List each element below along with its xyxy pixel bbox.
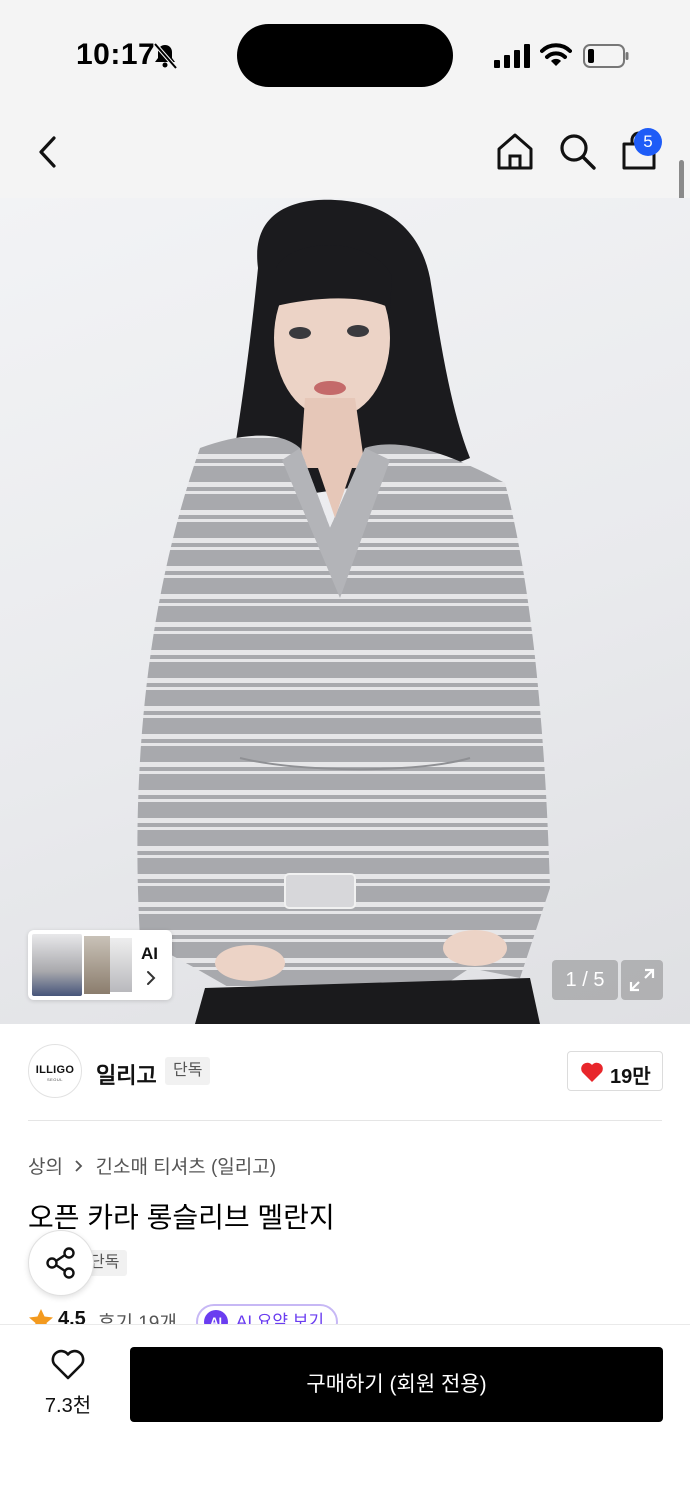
chevron-right-icon [75,1160,83,1172]
ai-label: AI [141,944,158,963]
battery-low-icon [583,44,629,68]
share-icon [46,1247,75,1279]
image-counter: 1 / 5 [552,960,618,1000]
back-icon[interactable] [30,132,66,172]
signal-icon [494,44,530,68]
chevron-right-icon [147,971,156,985]
expand-icon [629,968,655,992]
exclusive-badge: 단독 [165,1057,211,1085]
thumbnail-image [110,938,132,992]
product-photo [137,199,551,1024]
heart-filled-icon [581,1062,603,1082]
breadcrumb-item[interactable]: 긴소매 티셔츠 (일리고) [96,1157,277,1178]
thumbnail-image [84,936,110,994]
wifi-icon [540,43,572,66]
cart-count-badge: 5 [634,128,662,156]
nav-bar [0,110,690,198]
status-time: 10:17 [76,38,156,71]
wishlist-button[interactable]: 7.3천 [30,1347,106,1427]
search-icon[interactable] [556,130,598,172]
wishlist-count: 7.3천 [44,1395,92,1417]
brand-name[interactable]: 일리고 [96,1058,157,1090]
product-title: 오픈 카라 롱슬리브 멜란지 [28,1202,335,1233]
ai-lookbook-button[interactable]: AI [28,930,172,1000]
heart-outline-icon [51,1349,85,1380]
breadcrumb-item[interactable]: 상의 [28,1157,63,1178]
expand-button[interactable] [621,960,663,1000]
home-icon[interactable] [494,130,536,172]
breadcrumb: 상의 긴소매 티셔츠 (일리고) [28,1152,276,1179]
divider [28,1120,662,1121]
brand-logo-subtext: SEOUL [46,1077,64,1082]
buy-button[interactable]: 구매하기 (회원 전용) [130,1347,663,1422]
thumbnail-image [32,934,82,996]
share-button[interactable] [28,1230,94,1296]
bottom-purchase-bar: 7.3천 구매하기 (회원 전용) [0,1324,690,1500]
brand-like-count: 19만 [610,1066,651,1088]
brand-like-button[interactable]: 19만 [567,1051,663,1091]
brand-logo[interactable]: ILLIGO SEOUL [28,1044,82,1098]
brand-logo-text: ILLIGO [35,1064,75,1076]
status-bar: 10:17 [0,0,690,110]
bell-muted-icon [153,42,178,70]
dynamic-island [237,24,453,87]
product-image[interactable] [0,198,690,1024]
